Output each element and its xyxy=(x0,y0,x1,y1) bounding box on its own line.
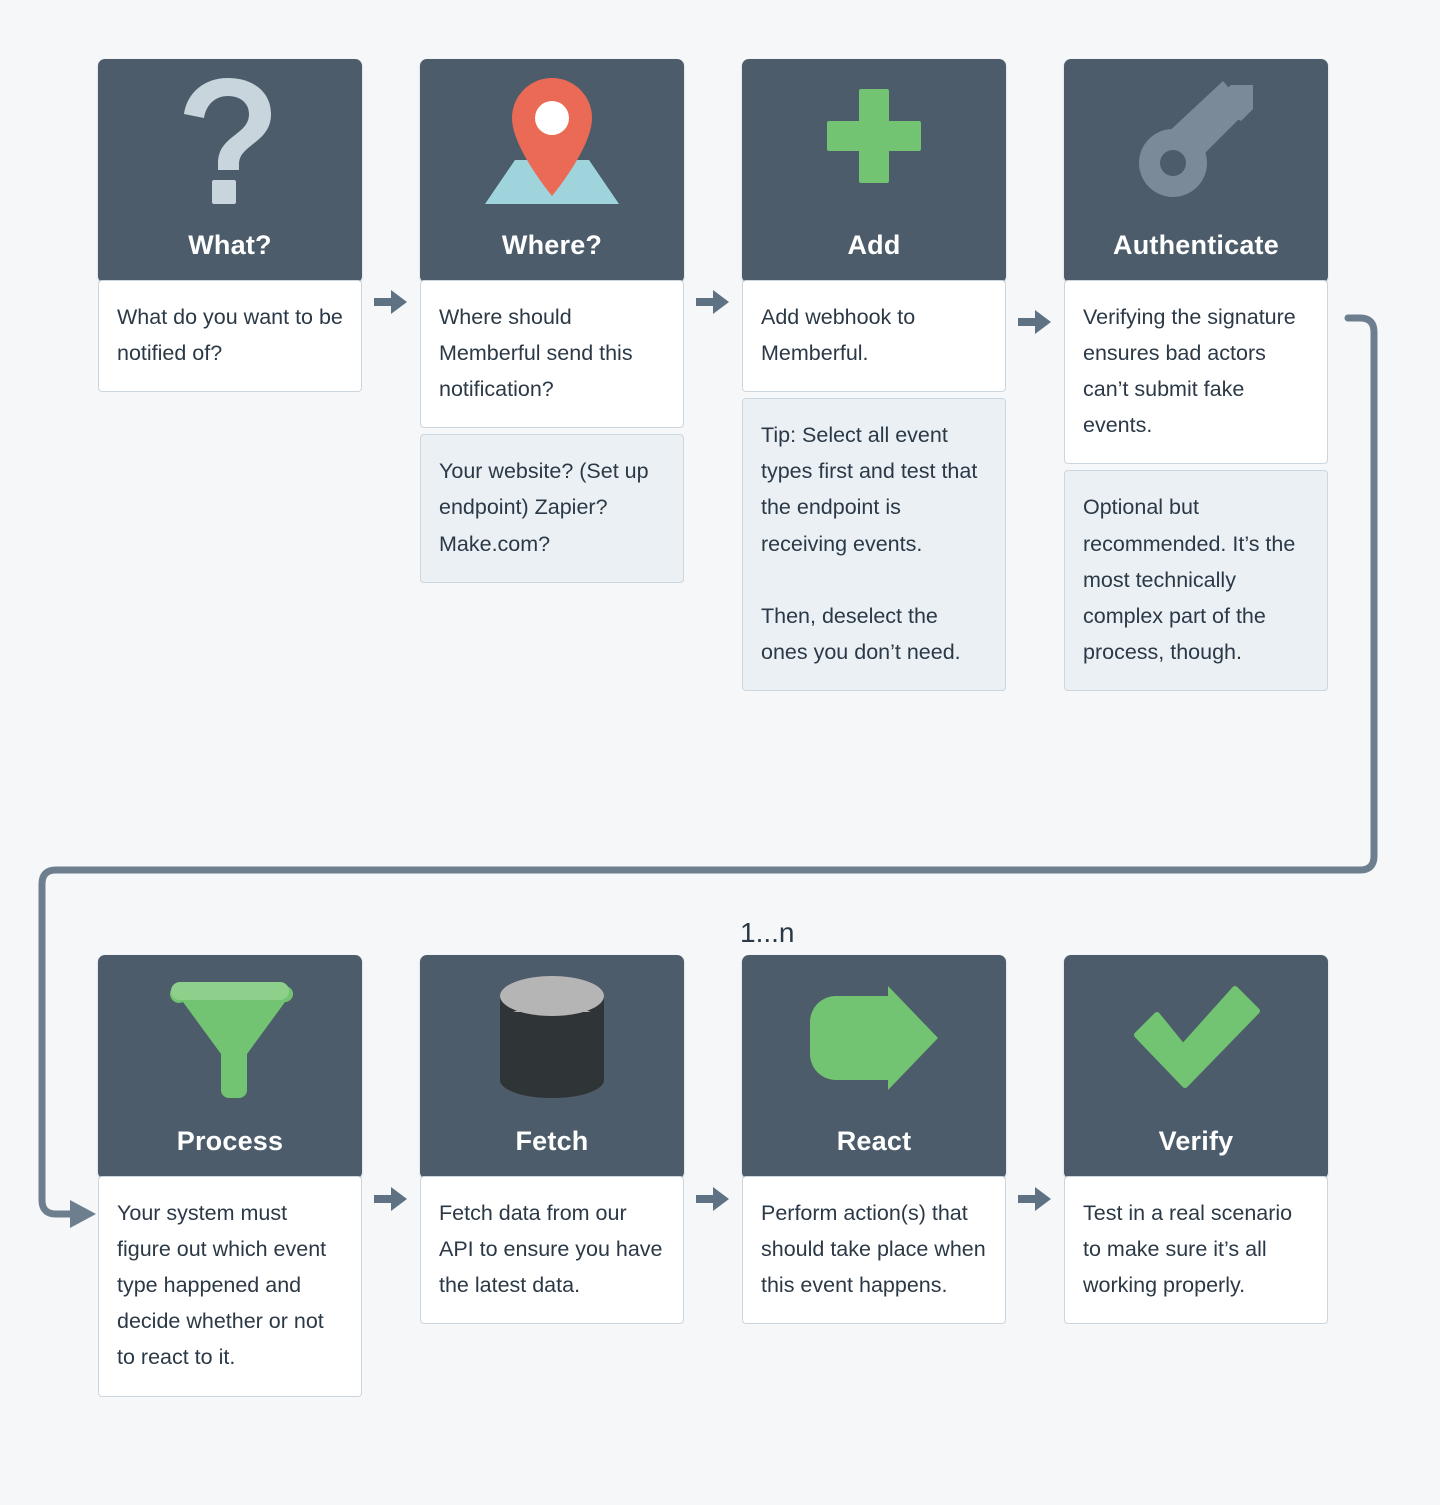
step-column-fetch: Fetch Fetch data from our API to ensure … xyxy=(420,955,684,1325)
step-arrow-add-authenticate xyxy=(1018,310,1051,334)
right-arrow-icon xyxy=(742,973,1006,1103)
database-icon xyxy=(420,973,684,1103)
step-tip-add-1: Tip: Select all event types first and te… xyxy=(742,398,1006,691)
funnel-icon xyxy=(98,973,362,1103)
step-note-where-0: Where should Memberful send this notific… xyxy=(420,280,684,429)
checkmark-icon xyxy=(1064,973,1328,1103)
step-title-react: React xyxy=(836,1126,912,1156)
step-card-what[interactable]: What? xyxy=(98,59,362,283)
step-column-add: Add Add webhook to Memberful. Tip: Selec… xyxy=(742,59,1006,691)
loop-multiplicity-label: 1...n xyxy=(740,917,795,948)
step-column-where: Where? Where should Memberful send this … xyxy=(420,59,684,583)
step-arrow-what-where xyxy=(374,290,407,314)
step-note-add-0: Add webhook to Memberful. xyxy=(742,280,1006,393)
map-pin-icon xyxy=(420,77,684,207)
step-column-authenticate: Authenticate Verifying the signature ens… xyxy=(1064,59,1328,691)
flowchart-canvas: 1...n What? What do you want to be notif… xyxy=(0,0,1440,1505)
step-column-react: React Perform action(s) that should take… xyxy=(742,955,1006,1325)
step-note-process-0: Your system must figure out which event … xyxy=(98,1176,362,1397)
step-card-authenticate[interactable]: Authenticate xyxy=(1064,59,1328,283)
step-tip-authenticate-1: Optional but recommended. It’s the most … xyxy=(1064,470,1328,691)
key-icon xyxy=(1064,77,1328,207)
step-tip-where-1: Your website? (Set up endpoint) Zapier? … xyxy=(420,434,684,583)
step-title-add: Add xyxy=(847,230,901,260)
step-card-fetch[interactable]: Fetch xyxy=(420,955,684,1179)
step-column-verify: Verify Test in a real scenario to make s… xyxy=(1064,955,1328,1325)
step-note-fetch-0: Fetch data from our API to ensure you ha… xyxy=(420,1176,684,1325)
step-note-what-0: What do you want to be notified of? xyxy=(98,280,362,393)
step-card-add[interactable]: Add xyxy=(742,59,1006,283)
question-mark-icon xyxy=(98,77,362,207)
step-column-process: Process Your system must figure out whic… xyxy=(98,955,362,1397)
step-title-what: What? xyxy=(188,230,272,260)
step-note-verify-0: Test in a real scenario to make sure it’… xyxy=(1064,1176,1328,1325)
step-arrow-fetch-react xyxy=(696,1187,729,1211)
step-card-react[interactable]: React xyxy=(742,955,1006,1179)
step-column-what: What? What do you want to be notified of… xyxy=(98,59,362,393)
step-card-verify[interactable]: Verify xyxy=(1064,955,1328,1179)
step-arrow-process-fetch xyxy=(374,1187,407,1211)
step-arrow-react-verify xyxy=(1018,1187,1051,1211)
step-note-authenticate-0: Verifying the signature ensures bad acto… xyxy=(1064,280,1328,465)
step-card-where[interactable]: Where? xyxy=(420,59,684,283)
step-title-fetch: Fetch xyxy=(515,1126,589,1156)
step-title-authenticate: Authenticate xyxy=(1113,230,1279,260)
plus-icon xyxy=(742,77,1006,207)
step-note-react-0: Perform action(s) that should take place… xyxy=(742,1176,1006,1325)
step-title-where: Where? xyxy=(501,230,603,260)
step-title-process: Process xyxy=(176,1126,284,1156)
step-card-process[interactable]: Process xyxy=(98,955,362,1179)
step-arrow-where-add xyxy=(696,290,729,314)
step-title-verify: Verify xyxy=(1158,1126,1234,1156)
